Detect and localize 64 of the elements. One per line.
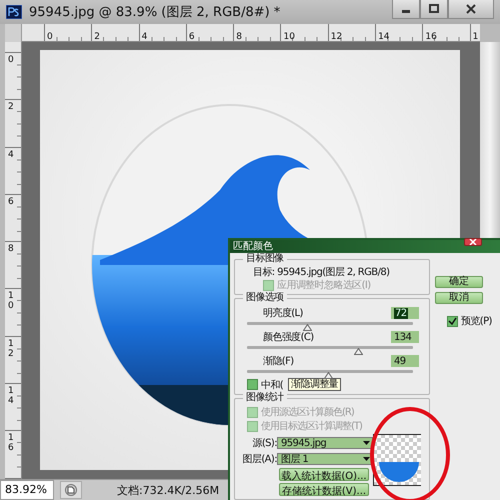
window-title: 95945.jpg @ 83.9% (图层 2, RGB/8#) * (29, 4, 280, 21)
ruler-label: 16 (424, 32, 437, 41)
slider-label: 颜色强度(C) (263, 330, 314, 344)
value-text: 72 (394, 308, 408, 318)
statistics-button[interactable]: 存储统计数据(V)... (279, 483, 369, 496)
ruler-label: 12 (330, 32, 342, 41)
ruler-label: 4 (140, 32, 148, 41)
ruler-label: 12 (7, 338, 15, 360)
ruler-label: 0 (7, 54, 15, 66)
dialog-button[interactable]: 确定 (435, 276, 483, 288)
value-text: 49 (394, 356, 406, 366)
caret-icon (363, 457, 370, 461)
group-heading: 图像统计 (243, 392, 287, 404)
close-icon (469, 239, 477, 245)
ruler-label: 1 (472, 32, 478, 41)
zoom-field[interactable]: 83.92% (0, 480, 54, 500)
tooltip: 渐隐调整量 (288, 378, 342, 391)
layer-label: 图层(A): (242, 453, 277, 466)
target-info: 目标: 95945.jpg(图层 2, RGB/8) (252, 267, 390, 279)
checkbox-label: 使用目标选区计算调整(T) (261, 420, 362, 433)
ruler-label: 4 (7, 148, 15, 160)
ruler-label: 8 (7, 243, 15, 256)
minimize-button[interactable] (392, 0, 420, 19)
checkbox[interactable] (247, 379, 258, 390)
ruler-label: 16 (7, 432, 15, 454)
group-heading: 目标图像 (243, 253, 287, 265)
document-size-info: 文档:732.4K/2.56M (117, 482, 220, 498)
layer-dropdown[interactable]: 图层 1 (277, 453, 373, 465)
ruler-label: 14 (7, 385, 15, 407)
dialog-button[interactable]: 取消 (435, 292, 483, 304)
value-field[interactable]: 134 (391, 331, 419, 343)
status-menu-button[interactable] (60, 481, 82, 499)
maximize-icon (429, 4, 439, 14)
ruler-label: 0 (46, 32, 53, 41)
slider-label: 明亮度(L) (263, 306, 303, 320)
ruler-label: 6 (188, 32, 195, 41)
ruler-label: 10 (282, 32, 295, 41)
caret-icon (363, 441, 370, 445)
close-button[interactable] (448, 0, 494, 19)
group-heading: 图像选项 (243, 292, 287, 304)
slider-label: 渐隐(F) (263, 355, 294, 368)
value-field[interactable]: 72 (391, 307, 419, 319)
close-icon (466, 4, 476, 14)
value-text: 134 (394, 332, 412, 342)
app-logo-icon (6, 5, 22, 19)
checkbox-label: 使用源选区计算颜色(R) (261, 406, 354, 419)
source-label: 源(S): (251, 437, 277, 450)
source-dropdown[interactable]: 95945.jpg (277, 437, 373, 449)
checkbox-label: 中和( (261, 378, 284, 392)
ruler-label: 8 (235, 32, 242, 41)
ruler-label: 2 (93, 32, 100, 41)
checkbox-label: 预览(P) (461, 315, 492, 328)
statistics-button[interactable]: 载入统计数据(O)... (279, 468, 369, 481)
ruler-label: 2 (7, 101, 15, 114)
ruler-label: 14 (377, 32, 390, 41)
source-preview-thumbnail (373, 434, 421, 486)
checkbox[interactable] (447, 316, 458, 326)
dialog-title: 匹配颜色 (232, 240, 273, 252)
value-field[interactable]: 49 (391, 355, 419, 367)
ruler-label: 6 (7, 196, 15, 208)
maximize-button[interactable] (420, 0, 448, 19)
close-button[interactable] (464, 238, 482, 246)
ruler-label: 10 (7, 290, 15, 312)
checkbox-label: 应用调整时忽略选区(I) (277, 278, 371, 292)
